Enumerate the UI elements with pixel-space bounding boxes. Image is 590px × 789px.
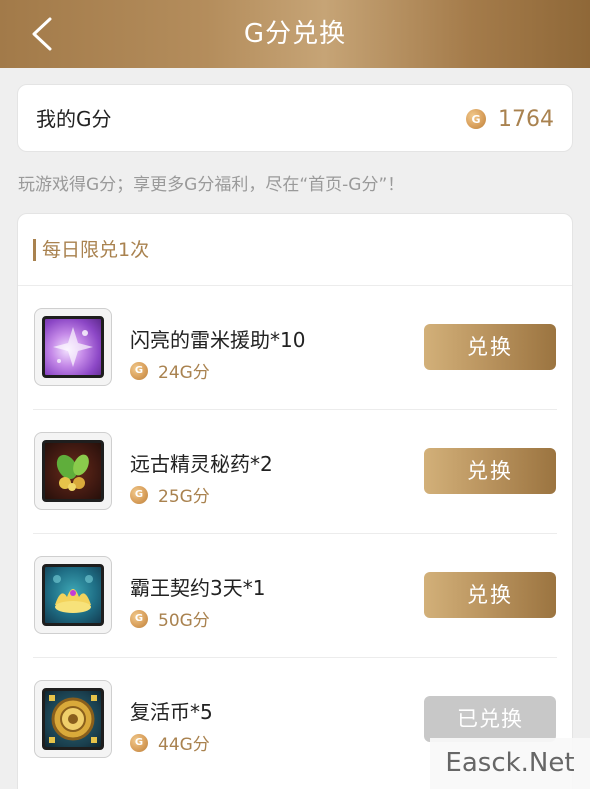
balance-display: G 1764	[466, 85, 554, 153]
item-thumbnail	[34, 432, 112, 510]
list-item: 霸王契约3天*1 G 50G分 兑换	[18, 534, 572, 658]
item-name: 霸王契约3天*1	[130, 576, 266, 600]
purple-crystal-icon	[42, 316, 104, 378]
watermark: Easck.Net	[430, 738, 590, 789]
item-cost: G 50G分	[130, 606, 210, 631]
item-cost-value: 24G分	[158, 363, 210, 383]
g-coin-icon: G	[130, 485, 148, 504]
item-thumbnail	[34, 308, 112, 386]
section-accent-bar	[33, 239, 36, 261]
item-cost: G 44G分	[130, 730, 210, 755]
exchange-button[interactable]: 兑换	[424, 572, 556, 618]
revive-coin-icon	[42, 688, 104, 750]
exchange-button[interactable]: 兑换	[424, 448, 556, 494]
exchange-button[interactable]: 兑换	[424, 324, 556, 370]
exchange-list: 每日限兑1次 闪亮的雷米援助*10 G 24G分 兑换 远古精灵秘药*2 G 2…	[17, 213, 573, 789]
herb-potion-icon	[42, 440, 104, 502]
section-title: 每日限兑1次	[42, 239, 150, 261]
g-coin-icon: G	[130, 609, 148, 628]
list-item: 远古精灵秘药*2 G 25G分 兑换	[18, 410, 572, 534]
g-coin-icon: G	[130, 733, 148, 752]
g-coin-icon: G	[466, 109, 486, 129]
exchanged-button[interactable]: 已兑换	[424, 696, 556, 742]
golden-crown-icon	[42, 564, 104, 626]
top-bar: G分兑换	[0, 0, 590, 68]
item-cost: G 25G分	[130, 482, 210, 507]
item-thumbnail	[34, 556, 112, 634]
item-cost-value: 50G分	[158, 611, 210, 631]
list-item: 闪亮的雷米援助*10 G 24G分 兑换	[18, 286, 572, 410]
item-name: 远古精灵秘药*2	[130, 452, 273, 476]
g-coin-icon: G	[130, 361, 148, 380]
hint-text: 玩游戏得G分；享更多G分福利，尽在“首页-G分”！	[18, 175, 405, 195]
item-cost-value: 25G分	[158, 487, 210, 507]
balance-card: 我的G分 G 1764	[17, 84, 573, 152]
item-thumbnail	[34, 680, 112, 758]
item-name: 复活币*5	[130, 700, 213, 724]
item-cost: G 24G分	[130, 358, 210, 383]
item-name: 闪亮的雷米援助*10	[130, 328, 306, 352]
balance-value: 1764	[498, 106, 554, 132]
section-header: 每日限兑1次	[18, 214, 572, 286]
balance-label: 我的G分	[36, 107, 112, 131]
page-title: G分兑换	[243, 19, 347, 49]
item-cost-value: 44G分	[158, 735, 210, 755]
